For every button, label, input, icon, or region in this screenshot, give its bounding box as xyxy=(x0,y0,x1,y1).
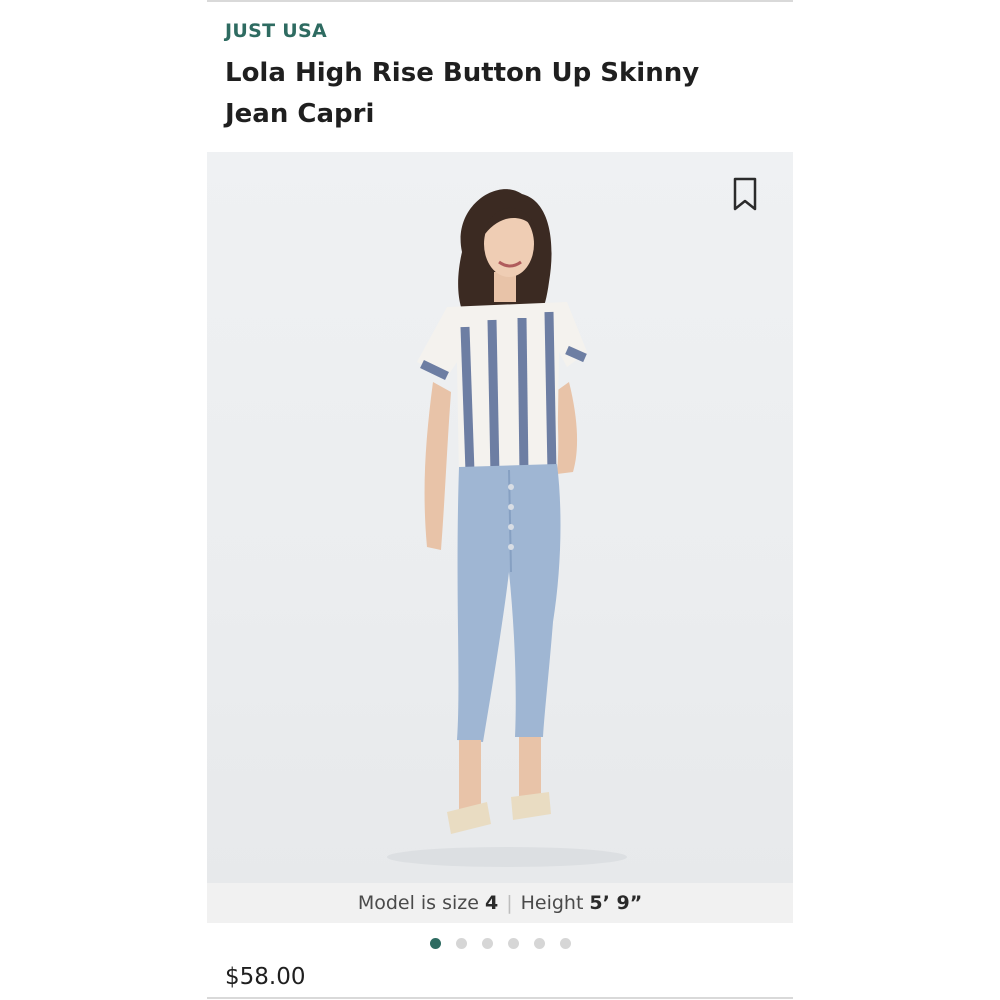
gallery-dot[interactable] xyxy=(507,937,519,949)
gallery-pagination xyxy=(207,936,793,950)
model-size-label: Model is size xyxy=(357,892,479,914)
divider xyxy=(207,997,793,999)
divider xyxy=(207,0,793,2)
product-card: JUST USA Lola High Rise Button Up Skinny… xyxy=(207,0,793,1000)
product-photo[interactable] xyxy=(207,152,793,883)
model-image xyxy=(387,189,627,867)
gallery-dot[interactable] xyxy=(533,937,545,949)
bookmark-button[interactable] xyxy=(732,176,758,212)
gallery-dot[interactable] xyxy=(455,937,467,949)
separator: | xyxy=(506,892,513,914)
product-price: $58.00 xyxy=(225,964,306,990)
gallery-dot[interactable] xyxy=(559,937,571,949)
model-height-value: 5’ 9” xyxy=(589,892,643,914)
model-height-label: Height xyxy=(520,892,584,914)
gallery-dot[interactable] xyxy=(481,937,493,949)
product-title: Lola High Rise Button Up Skinny Jean Cap… xyxy=(225,58,700,129)
brand-name[interactable]: JUST USA xyxy=(225,20,327,42)
model-size-value: 4 xyxy=(484,892,499,914)
bookmark-icon xyxy=(733,177,757,211)
gallery-dot[interactable] xyxy=(429,937,441,949)
model-info-bar: Model is size 4 | Height 5’ 9” xyxy=(207,883,793,923)
